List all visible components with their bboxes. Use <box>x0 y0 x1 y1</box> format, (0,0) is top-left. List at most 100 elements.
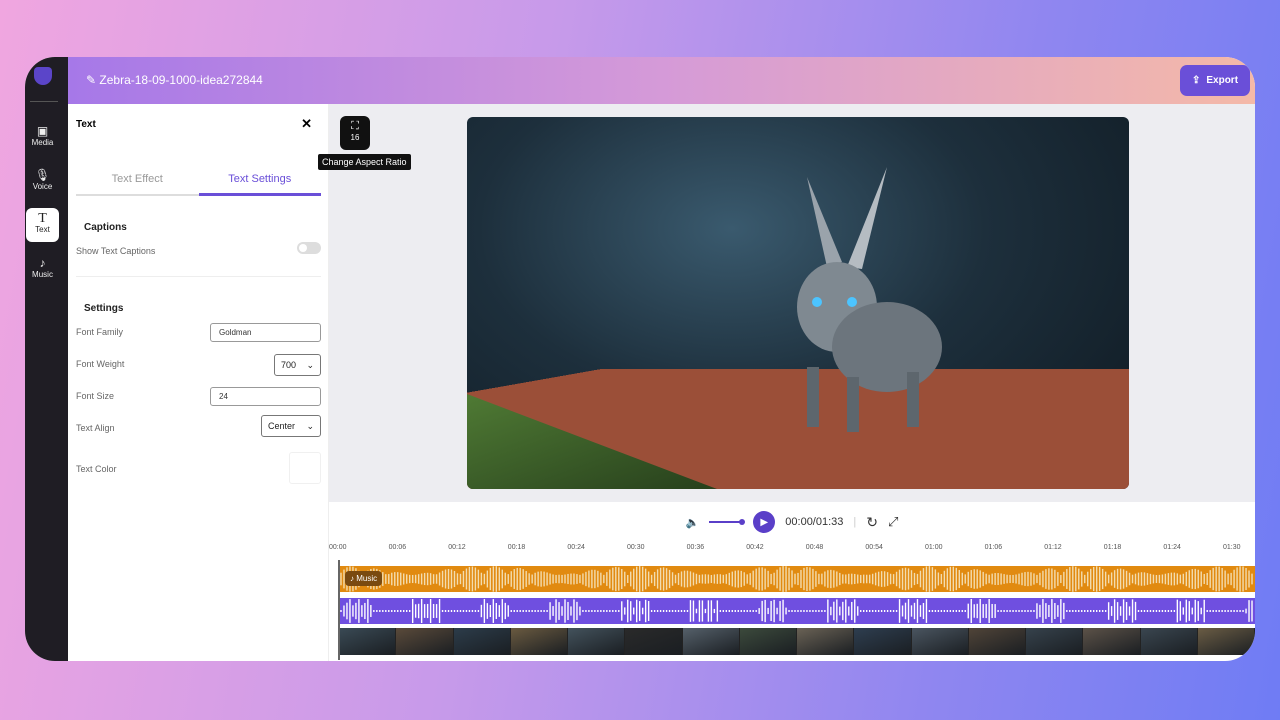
playback-time: 00:00/01:33 <box>785 516 844 528</box>
sidebar-item-text[interactable]: T Text <box>26 208 59 242</box>
timeline-tick: 00:36 <box>686 544 705 551</box>
video-thumbnail <box>911 628 969 655</box>
video-thumbnail <box>339 628 397 655</box>
music-label: Music <box>356 574 378 583</box>
video-thumbnail <box>1083 628 1141 655</box>
panel-tabs: Text Effect Text Settings <box>76 166 321 196</box>
panel-title: Text <box>76 119 96 130</box>
font-size-input[interactable]: 24 <box>210 387 321 406</box>
sidebar: ▣ Media 🎙 Voice T Text ♪ Music <box>25 57 68 661</box>
export-icon: ⇪ <box>1191 75 1201 86</box>
timeline-tick: 00:48 <box>805 544 824 551</box>
font-weight-label: Font Weight <box>76 359 125 369</box>
aspect-ratio-value: 16 <box>350 133 360 142</box>
text-align-label: Text Align <box>76 423 115 433</box>
export-button[interactable]: ⇪ Export <box>1180 65 1250 96</box>
music-track-label: ♪ Music <box>345 571 383 586</box>
text-icon: T <box>38 211 47 226</box>
video-thumbnail <box>739 628 797 655</box>
header: ✎ Zebra-18-09-1000-idea272844 ⇪ Export <box>68 57 1255 104</box>
pencil-icon: ✎ <box>86 73 100 87</box>
timeline-tick: 00:24 <box>567 544 585 551</box>
preview-canvas: ⛶ 16 Change Aspect Ratio <box>318 104 1255 502</box>
media-icon: ▣ <box>36 124 49 138</box>
sidebar-item-voice[interactable]: 🎙 Voice <box>26 165 59 199</box>
font-weight-value: 700 <box>281 360 297 370</box>
voice-waveform <box>340 599 1253 623</box>
show-captions-toggle[interactable] <box>297 242 321 254</box>
replay-icon[interactable]: ↻ <box>866 514 878 531</box>
captions-heading: Captions <box>84 222 127 233</box>
video-thumbnail <box>1026 628 1084 655</box>
video-thumbnail <box>682 628 740 655</box>
timeline-ruler[interactable]: 00:00 00:06 00:12 00:18 00:24 00:30 00:36 00:42… <box>329 544 1255 558</box>
font-family-input[interactable]: Goldman <box>210 323 321 342</box>
sidebar-item-media[interactable]: ▣ Media <box>26 121 59 155</box>
video-thumbnail <box>1197 628 1255 655</box>
timeline-tick: 00:30 <box>627 544 645 551</box>
volume-icon[interactable]: 🔈 <box>686 516 700 529</box>
player-controls: 🔈 ▶ 00:00/01:33 | ↻ ⤢ <box>329 502 1255 542</box>
video-thumbnail <box>453 628 511 655</box>
video-thumbnail <box>854 628 912 655</box>
font-size-label: Font Size <box>76 391 115 401</box>
video-thumbnail <box>968 628 1026 655</box>
video-thumbnail <box>510 628 568 655</box>
font-family-label: Font Family <box>76 327 124 337</box>
music-waveform <box>340 566 1253 592</box>
sidebar-item-music[interactable]: ♪ Music <box>26 253 59 287</box>
video-thumbnail <box>568 628 626 655</box>
chevron-down-icon: ⌄ <box>306 421 314 431</box>
timeline-tick: 01:18 <box>1103 544 1122 551</box>
close-icon[interactable]: ✕ <box>301 116 312 132</box>
timeline-tick: 01:24 <box>1163 544 1181 551</box>
timeline-tick: 00:06 <box>388 544 407 551</box>
text-color-label: Text Color <box>76 464 117 474</box>
settings-heading: Settings <box>84 303 124 314</box>
project-title-text: Zebra-18-09-1000-idea272844 <box>99 73 263 87</box>
text-panel: Text ✕ Text Effect Text Settings Caption… <box>68 104 329 661</box>
text-color-swatch[interactable] <box>289 452 321 484</box>
play-button[interactable]: ▶ <box>753 511 776 533</box>
sidebar-item-label: Media <box>31 138 54 147</box>
video-track[interactable] <box>339 628 1255 655</box>
video-thumbnail <box>396 628 454 655</box>
timeline-tick: 00:42 <box>746 544 764 551</box>
timeline-tick: 01:00 <box>925 544 943 551</box>
show-captions-label: Show Text Captions <box>76 246 156 256</box>
aspect-ratio-button[interactable]: ⛶ 16 Change Aspect Ratio <box>318 116 411 170</box>
project-title[interactable]: ✎ Zebra-18-09-1000-idea272844 <box>86 73 263 87</box>
video-thumbnail <box>797 628 855 655</box>
divider <box>30 101 58 102</box>
timeline-tick: 00:54 <box>865 544 883 551</box>
aspect-ratio-tooltip: Change Aspect Ratio <box>318 154 411 170</box>
sidebar-item-label: Text <box>35 225 50 234</box>
music-track[interactable]: ♪ Music <box>339 566 1255 592</box>
fullscreen-icon[interactable]: ⤢ <box>888 514 898 530</box>
export-label: Export <box>1206 75 1239 86</box>
microphone-icon: 🎙 <box>34 168 51 182</box>
text-align-value: Center <box>268 421 296 431</box>
voice-track[interactable] <box>339 598 1255 624</box>
text-align-select[interactable]: Center ⌄ <box>261 415 321 437</box>
sidebar-item-label: Music <box>32 270 53 279</box>
timeline-tick: 00:00 <box>329 544 347 551</box>
app-window: ▣ Media 🎙 Voice T Text ♪ Music ✎ Zebra-18-09… <box>25 57 1255 661</box>
app-logo <box>34 67 52 85</box>
timeline-tick: 00:18 <box>507 544 526 551</box>
volume-slider[interactable] <box>709 519 746 525</box>
crop-icon: ⛶ <box>351 120 359 132</box>
tab-text-effect[interactable]: Text Effect <box>76 166 199 194</box>
divider: | <box>853 516 857 528</box>
tab-text-settings[interactable]: Text Settings <box>198 166 321 196</box>
font-weight-select[interactable]: 700 ⌄ <box>274 354 321 376</box>
music-icon: ♪ <box>39 256 46 270</box>
sidebar-item-label: Voice <box>32 182 53 191</box>
playhead[interactable] <box>338 560 340 660</box>
video-thumbnail <box>1140 628 1198 655</box>
chevron-down-icon: ⌄ <box>306 360 314 370</box>
divider <box>76 276 321 277</box>
timeline-tick: 01:06 <box>984 544 1003 551</box>
timeline-tick: 00:12 <box>448 544 466 551</box>
video-preview[interactable] <box>467 117 1129 489</box>
